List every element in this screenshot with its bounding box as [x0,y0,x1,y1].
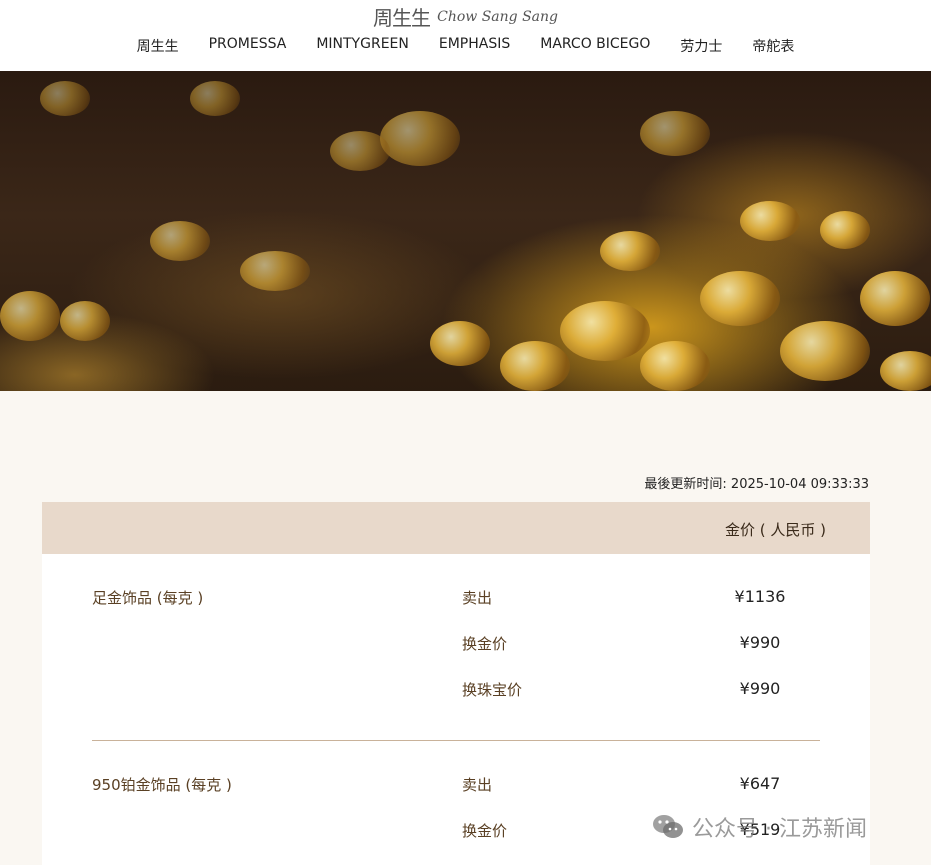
last-updated: 最後更新时间: 2025-10-04 09:33:33 [644,473,869,492]
row-label-sell: 卖出 [462,776,493,794]
logo-english: Chow Sang Sang [437,8,558,25]
price-value: ¥990 [739,633,781,652]
logo-chinese: 周生生 [373,6,431,30]
price-value: ¥990 [739,679,781,698]
nav-item-mintygreen[interactable]: MINTYGREEN [301,36,424,56]
last-updated-label: 最後更新时间: [644,477,727,492]
category-divider [92,740,820,741]
brand-logo[interactable]: 周生生 Chow Sang Sang [0,2,931,30]
row-label-sell: 卖出 [462,589,493,607]
category-pure-gold: 足金饰品 (每克 ) [92,589,204,607]
main-nav: 周生生 PROMESSA MINTYGREEN EMPHASIS MARCO B… [0,36,931,56]
last-updated-timestamp: 2025-10-04 09:33:33 [730,477,869,492]
row-label-exchange-gold: 换金价 [462,635,508,653]
price-value: ¥647 [739,774,781,793]
column-title-gold-price: 金价 ( 人民币 ) [724,521,826,539]
wechat-watermark: 公众号 · 江苏新闻 [652,812,867,842]
nav-item-tudor[interactable]: 帝舵表 [737,36,809,56]
watermark-text: 公众号 · 江苏新闻 [692,817,867,842]
category-platinum-950: 950铂金饰品 (每克 ) [92,776,232,794]
hero-gold-banner [0,71,931,391]
nav-item-marco-bicego[interactable]: MARCO BICEGO [525,36,665,56]
nav-item-rolex[interactable]: 劳力士 [665,36,737,56]
nav-item-chow-sang-sang[interactable]: 周生生 [122,36,194,56]
nav-item-promessa[interactable]: PROMESSA [194,36,302,56]
row-label-exchange-gold: 换金价 [462,822,508,840]
nav-item-emphasis[interactable]: EMPHASIS [424,36,525,56]
wechat-icon [652,813,684,841]
site-header: 周生生 Chow Sang Sang 周生生 PROMESSA MINTYGRE… [0,0,931,71]
row-label-exchange-jewelry: 换珠宝价 [462,681,523,699]
price-value: ¥1136 [734,587,786,606]
price-table-header: 金价 ( 人民币 ) [42,502,870,554]
